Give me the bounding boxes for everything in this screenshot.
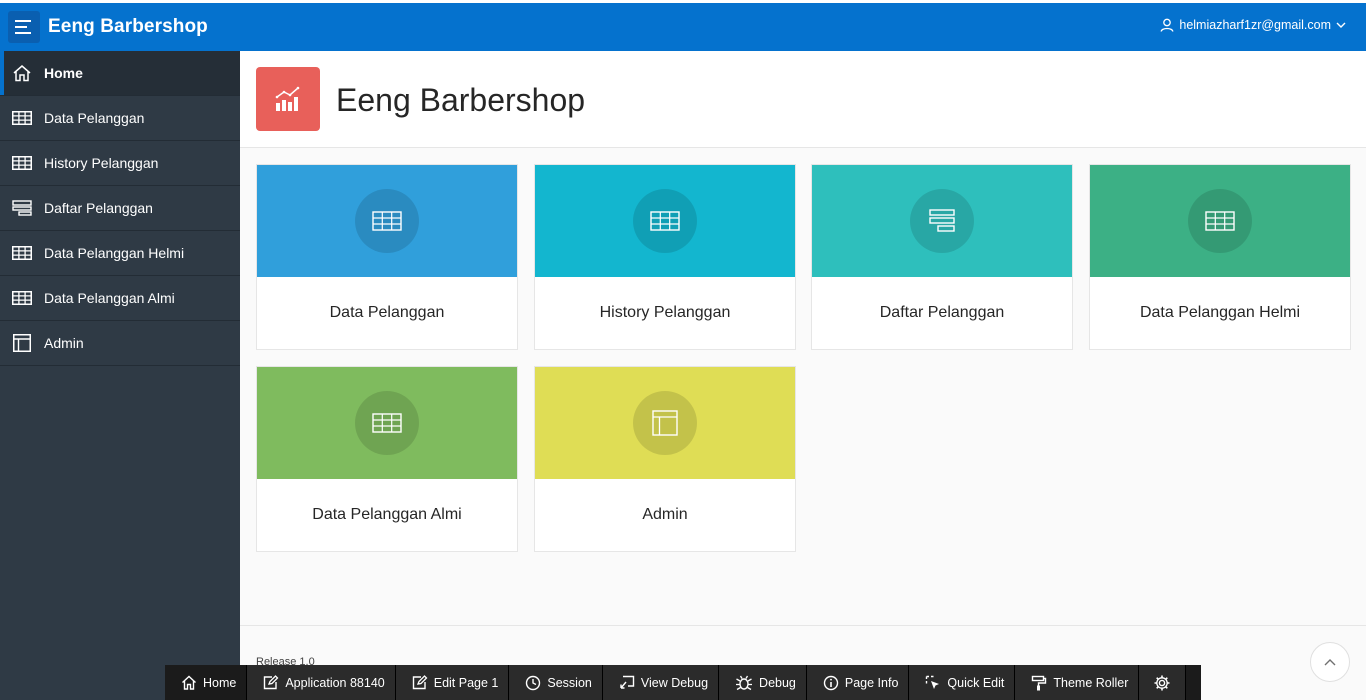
card-daftar-pelanggan[interactable]: Daftar Pelanggan — [811, 164, 1073, 350]
devbar-settings[interactable] — [1139, 665, 1187, 700]
table-icon — [0, 276, 44, 321]
card-history-pelanggan[interactable]: History Pelanggan — [534, 164, 796, 350]
card-header — [1090, 165, 1350, 277]
bug-icon — [735, 675, 753, 691]
pencil-icon — [412, 675, 428, 690]
card-icon-circle — [355, 189, 419, 253]
layout-icon — [652, 410, 678, 436]
sidebar-item-label: Daftar Pelanggan — [44, 200, 153, 216]
scroll-to-top-button[interactable] — [1310, 642, 1350, 682]
devbar-label: Edit Page 1 — [433, 675, 499, 690]
card-icon-circle — [633, 189, 697, 253]
devbar-label: Application 88140 — [285, 675, 385, 690]
sidebar-item-label: Data Pelanggan Almi — [44, 290, 175, 306]
info-icon — [823, 675, 839, 691]
card-label: Data Pelanggan Helmi — [1139, 304, 1301, 321]
list-icon — [0, 186, 44, 231]
devbar-quick-edit[interactable]: Quick Edit — [909, 665, 1016, 700]
sidebar-item-home[interactable]: Home — [0, 51, 240, 96]
card-icon-circle — [355, 391, 419, 455]
app-title[interactable]: Eeng Barbershop — [48, 16, 208, 38]
sidebar-item-data-pelanggan[interactable]: Data Pelanggan — [0, 96, 240, 141]
top-navigation-bar: Eeng Barbershop helmiazharf1zr@gmail.com — [0, 3, 1366, 51]
card-admin[interactable]: Admin — [534, 366, 796, 552]
chevron-up-icon — [1324, 659, 1336, 666]
card-label: Daftar Pelanggan — [879, 304, 1005, 321]
card-icon-circle — [633, 391, 697, 455]
home-icon — [181, 675, 197, 690]
sidebar-item-data-pelanggan-helmi[interactable]: Data Pelanggan Helmi — [0, 231, 240, 276]
card-header — [257, 165, 517, 277]
devbar-session[interactable]: Session — [509, 665, 603, 700]
sidebar-item-label: Admin — [44, 335, 84, 351]
main-content: Eeng Barbershop Data Pelanggan History P… — [240, 51, 1366, 700]
home-icon — [0, 51, 44, 96]
table-icon — [372, 413, 402, 433]
devbar-view-debug[interactable]: View Debug — [602, 665, 720, 700]
user-icon — [1160, 18, 1174, 32]
table-icon — [372, 211, 402, 231]
user-email: helmiazharf1zr@gmail.com — [1179, 18, 1331, 32]
menu-toggle-button[interactable] — [8, 11, 40, 43]
debug-view-icon — [619, 675, 635, 691]
sidebar-item-label: Data Pelanggan — [44, 110, 145, 126]
devbar-label: Home — [203, 675, 237, 690]
page-title: Eeng Barbershop — [336, 82, 586, 118]
chart-icon — [256, 67, 320, 131]
card-label: Data Pelanggan — [329, 304, 445, 321]
chevron-down-icon — [1336, 22, 1346, 28]
edit-icon — [263, 675, 279, 690]
developer-toolbar: Home Application 88140 Edit Page 1 Sessi… — [165, 665, 1201, 700]
card-data-pelanggan-helmi[interactable]: Data Pelanggan Helmi — [1089, 164, 1351, 350]
devbar-theme-roller[interactable]: Theme Roller — [1015, 665, 1140, 700]
table-icon — [0, 96, 44, 141]
devbar-label: Page Info — [844, 675, 899, 690]
devbar-label: Session — [547, 675, 592, 690]
table-icon — [1205, 211, 1235, 231]
card-icon-circle — [910, 189, 974, 253]
sidebar-item-history-pelanggan[interactable]: History Pelanggan — [0, 141, 240, 186]
card-header — [812, 165, 1072, 277]
paint-roller-icon — [1031, 675, 1047, 691]
sidebar-item-label: History Pelanggan — [44, 155, 159, 171]
devbar-home[interactable]: Home — [165, 665, 248, 700]
devbar-debug[interactable]: Debug — [719, 665, 807, 700]
gear-icon — [1153, 674, 1171, 692]
card-header — [535, 165, 795, 277]
card-label: Data Pelanggan Almi — [312, 506, 462, 523]
hamburger-icon — [15, 20, 31, 34]
table-icon — [650, 211, 680, 231]
layout-icon — [0, 321, 44, 366]
table-icon — [0, 141, 44, 186]
card-icon-circle — [1188, 189, 1252, 253]
card-header — [535, 367, 795, 479]
devbar-label: Theme Roller — [1053, 675, 1129, 690]
hero-region: Eeng Barbershop — [240, 51, 1366, 148]
devbar-edit-page[interactable]: Edit Page 1 — [395, 665, 510, 700]
card-data-pelanggan-almi[interactable]: Data Pelanggan Almi — [256, 366, 518, 552]
card-data-pelanggan[interactable]: Data Pelanggan — [256, 164, 518, 350]
card-label: Admin — [642, 506, 688, 523]
clock-icon — [525, 675, 541, 691]
devbar-page-info[interactable]: Page Info — [806, 665, 910, 700]
devbar-label: View Debug — [640, 675, 709, 690]
sidebar-item-label: Home — [44, 65, 83, 81]
card-header — [257, 367, 517, 479]
devbar-label: Quick Edit — [947, 675, 1005, 690]
sidebar-item-admin[interactable]: Admin — [0, 321, 240, 366]
sidebar-navigation: Home Data Pelanggan History Pelanggan Da… — [0, 51, 240, 700]
sidebar-item-data-pelanggan-almi[interactable]: Data Pelanggan Almi — [0, 276, 240, 321]
sidebar-item-label: Data Pelanggan Helmi — [44, 245, 185, 261]
card-label: History Pelanggan — [599, 304, 731, 321]
devbar-application[interactable]: Application 88140 — [247, 665, 396, 700]
sidebar-item-daftar-pelanggan[interactable]: Daftar Pelanggan — [0, 186, 240, 231]
cursor-icon — [925, 675, 941, 691]
table-icon — [0, 231, 44, 276]
user-menu[interactable]: helmiazharf1zr@gmail.com — [1160, 18, 1346, 32]
devbar-label: Debug — [759, 675, 796, 690]
list-icon — [929, 209, 955, 232]
